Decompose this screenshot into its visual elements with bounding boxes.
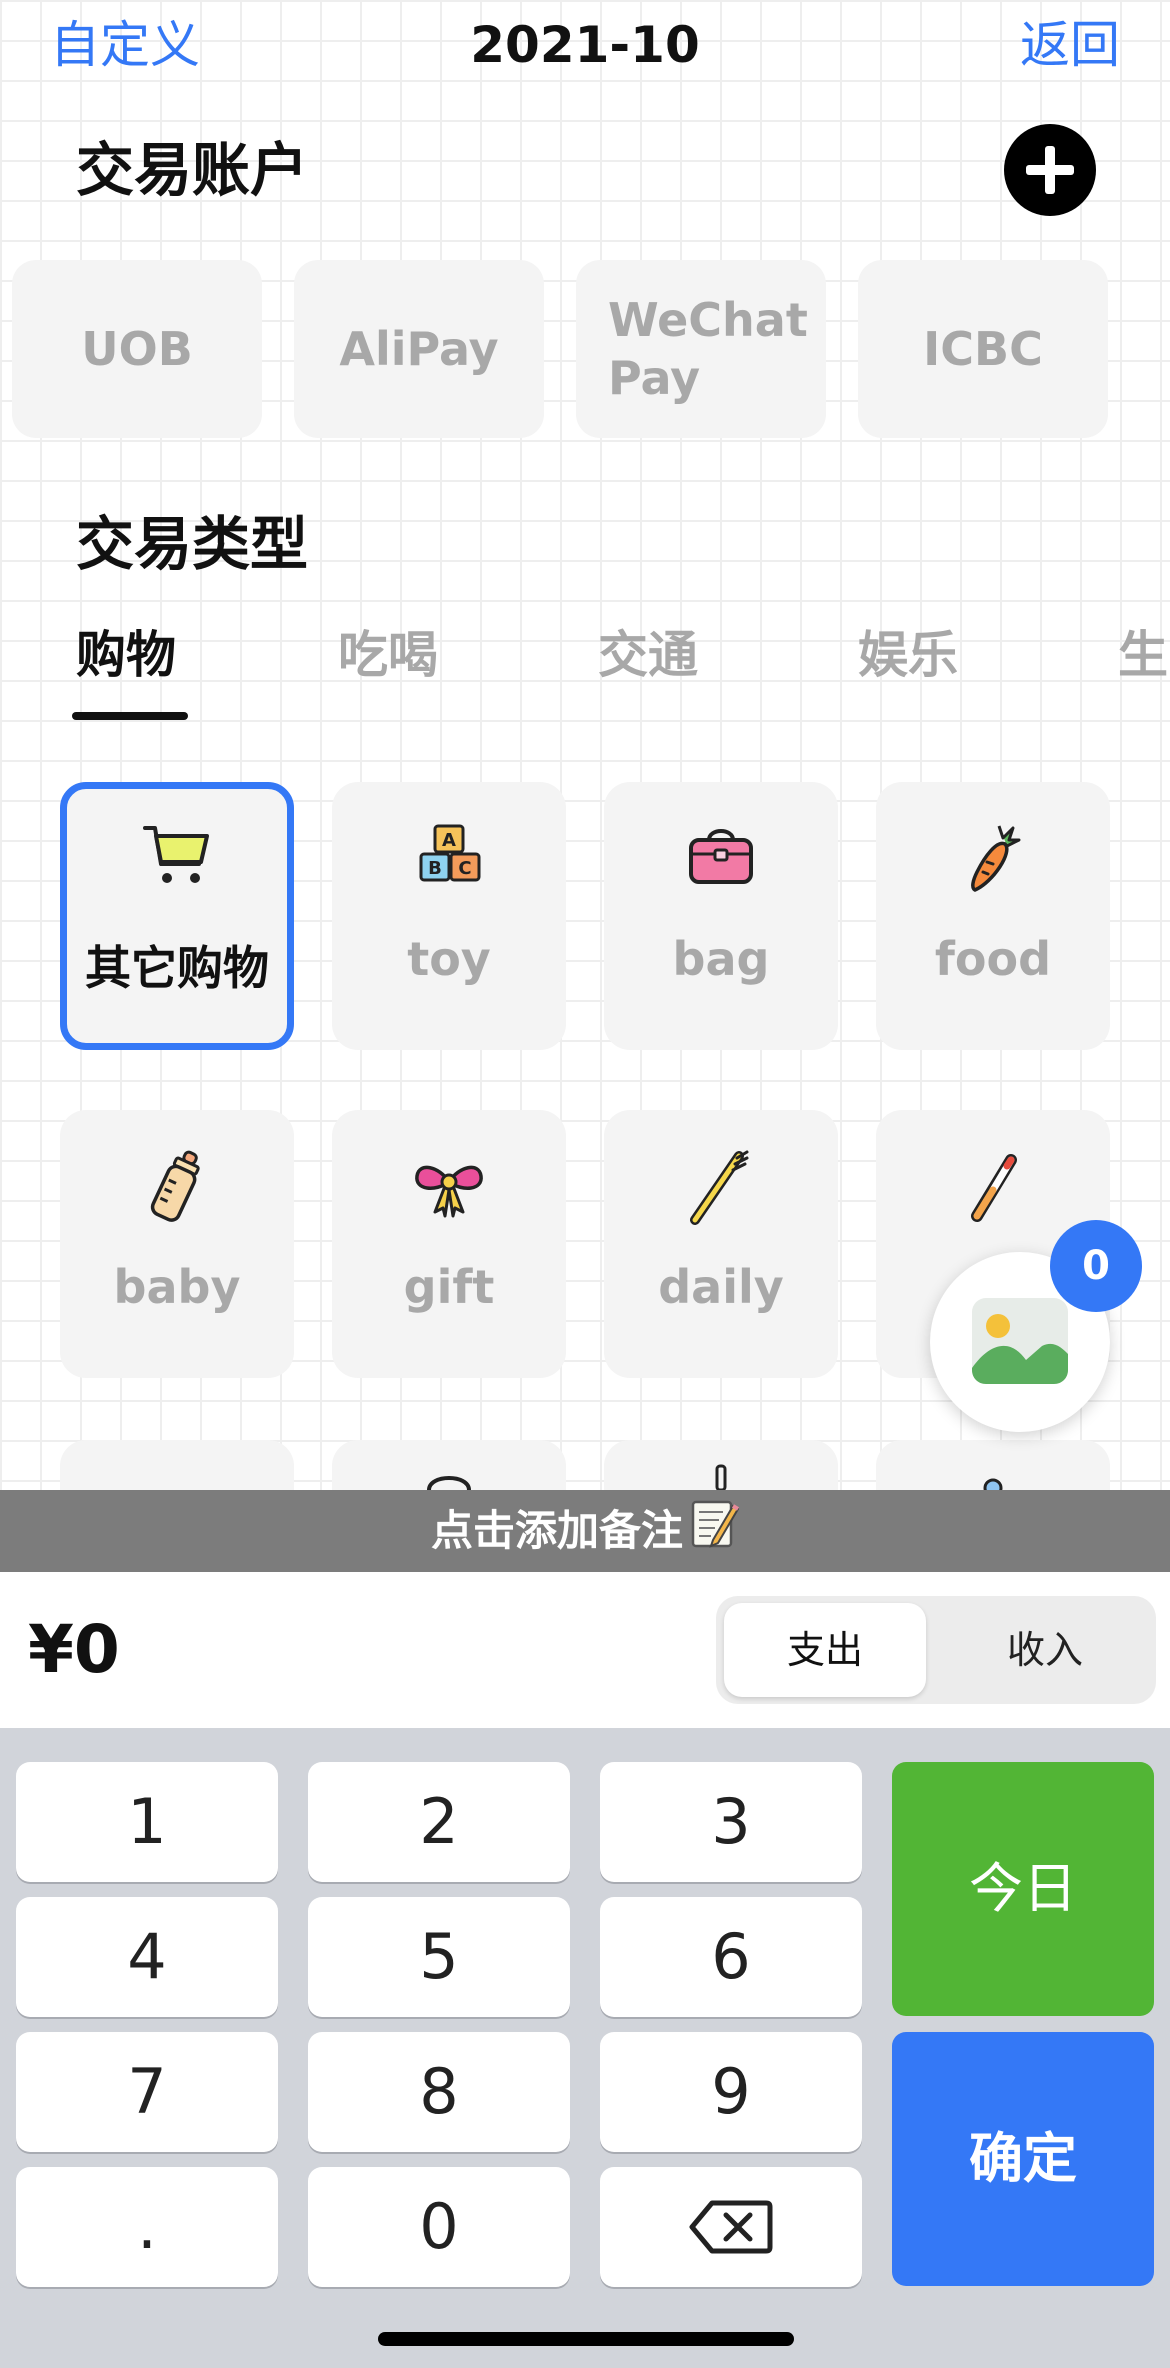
account-card-wechat-pay[interactable]: WeChat Pay (576, 260, 826, 438)
ribbon-icon (332, 1146, 566, 1226)
key-1[interactable]: 1 (16, 1762, 278, 1882)
type-item-label: 其它购物 (85, 941, 269, 995)
month-title: 2021-10 (470, 16, 700, 74)
svg-text:B: B (428, 858, 442, 879)
type-item-bag[interactable]: bag (604, 782, 838, 1050)
back-button[interactable]: 返回 (1020, 12, 1120, 78)
today-key[interactable]: 今日 (892, 1762, 1154, 2016)
key-decimal[interactable]: . (16, 2167, 278, 2287)
type-item-gift[interactable]: gift (332, 1110, 566, 1378)
account-label: AliPay (339, 322, 499, 376)
memo-icon (689, 1493, 740, 1575)
income-toggle-option[interactable]: 收入 (944, 1603, 1146, 1697)
cart-icon (67, 818, 287, 898)
baby-bottle-icon (60, 1146, 294, 1226)
type-item-label: toy (407, 932, 491, 986)
accounts-section-title: 交易账户 (76, 136, 309, 204)
svg-text:A: A (442, 830, 456, 851)
type-item-label: baby (113, 1260, 241, 1314)
type-item-toy[interactable]: A B C toy (332, 782, 566, 1050)
key-3[interactable]: 3 (600, 1762, 862, 1882)
add-note-bar[interactable]: 点击添加备注 (0, 1490, 1170, 1572)
bag-icon (604, 818, 838, 898)
toothbrush-icon (604, 1146, 838, 1226)
type-item-partial[interactable] (876, 1440, 1110, 1490)
key-9[interactable]: 9 (600, 2032, 862, 2152)
abc-blocks-icon: A B C (332, 818, 566, 898)
confirm-key[interactable]: 确定 (892, 2032, 1154, 2286)
type-item-partial[interactable] (604, 1440, 838, 1490)
cigarette-icon (876, 1146, 1110, 1226)
tab-food-drink[interactable]: 吃喝 (338, 620, 438, 690)
types-section-title: 交易类型 (76, 510, 309, 578)
account-card-icbc[interactable]: ICBC (858, 260, 1108, 438)
backspace-icon (689, 2200, 773, 2254)
type-item-label: gift (403, 1260, 495, 1314)
type-item-label: bag (672, 932, 770, 986)
account-label: WeChat Pay (608, 293, 808, 405)
type-item-partial[interactable] (60, 1440, 294, 1490)
svg-text:C: C (458, 858, 471, 879)
tab-shopping[interactable]: 购物 (76, 620, 176, 690)
key-0[interactable]: 0 (308, 2167, 570, 2287)
account-label: ICBC (923, 322, 1043, 376)
tab-transport[interactable]: 交通 (598, 620, 698, 690)
partial-item-icon (427, 1476, 471, 1490)
type-item-label: food (934, 932, 1052, 986)
backspace-key[interactable] (600, 2167, 862, 2287)
partial-item-icon (715, 1464, 727, 1490)
key-4[interactable]: 4 (16, 1897, 278, 2017)
amount-display: ¥0 (28, 1611, 120, 1688)
active-tab-indicator (72, 712, 188, 720)
account-card-alipay[interactable]: AliPay (294, 260, 544, 438)
key-8[interactable]: 8 (308, 2032, 570, 2152)
type-item-daily[interactable]: daily (604, 1110, 838, 1378)
type-item-food[interactable]: food (876, 782, 1110, 1050)
carrot-icon (876, 818, 1110, 898)
photo-count-badge: 0 (1050, 1220, 1142, 1312)
type-item-partial[interactable] (332, 1440, 566, 1490)
expense-toggle-option[interactable]: 支出 (724, 1603, 926, 1697)
add-account-button[interactable] (1004, 124, 1096, 216)
tab-entertainment[interactable]: 娱乐 (858, 620, 958, 690)
key-6[interactable]: 6 (600, 1897, 862, 2017)
account-label: UOB (81, 322, 193, 376)
account-card-uob[interactable]: UOB (12, 260, 262, 438)
add-note-label: 点击添加备注 (430, 1506, 683, 1555)
home-indicator (378, 2332, 794, 2346)
type-item-other-shopping[interactable]: 其它购物 (60, 782, 294, 1050)
key-2[interactable]: 2 (308, 1762, 570, 1882)
partial-item-icon (983, 1478, 1003, 1490)
tab-living[interactable]: 生 (1118, 620, 1168, 690)
key-7[interactable]: 7 (16, 2032, 278, 2152)
image-icon (972, 1298, 1068, 1384)
type-item-baby[interactable]: baby (60, 1110, 294, 1378)
type-item-label: daily (658, 1260, 784, 1314)
key-5[interactable]: 5 (308, 1897, 570, 2017)
